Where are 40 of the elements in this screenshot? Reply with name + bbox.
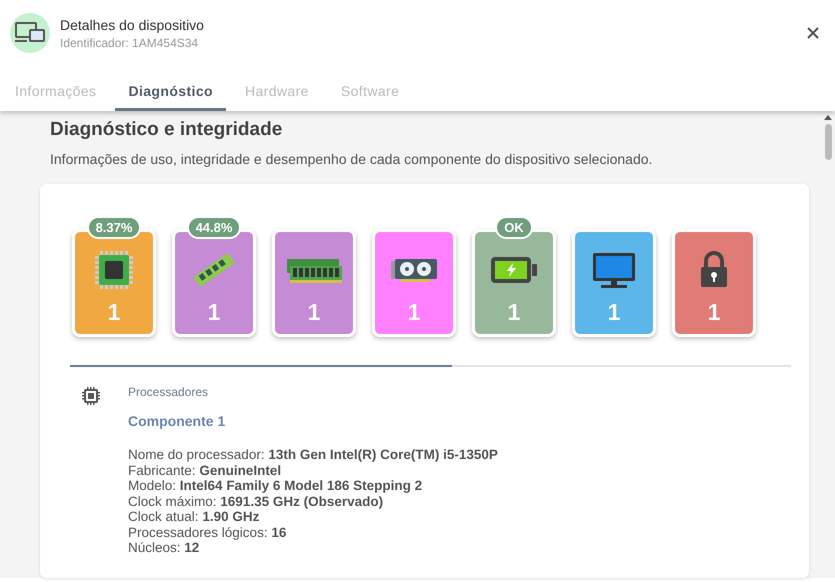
chip-icon bbox=[94, 250, 134, 290]
component-count: 1 bbox=[608, 299, 620, 326]
property-line: Processadores lógicos: 16 bbox=[128, 524, 288, 540]
property-line: Clock máximo: 1691.35 GHz (Observado) bbox=[128, 494, 384, 509]
section-title: Diagnóstico e integridade bbox=[50, 119, 284, 141]
component-count: 1 bbox=[108, 299, 120, 326]
property-line: Fabricante: GenuineIntel bbox=[128, 462, 282, 478]
tab[interactable]: Informações bbox=[2, 70, 110, 111]
device-identifier: Identificador: 1AM454S34 bbox=[60, 36, 200, 50]
component-count: 1 bbox=[508, 299, 520, 326]
component-count: 1 bbox=[208, 299, 220, 326]
close-icon bbox=[807, 27, 819, 39]
component-card[interactable]: 1 bbox=[672, 229, 756, 337]
component-card[interactable]: 1 bbox=[272, 229, 356, 337]
component-card[interactable]: 1 bbox=[572, 229, 656, 337]
padlock-icon bbox=[699, 251, 729, 289]
status-badge: 8.37% bbox=[86, 216, 142, 239]
component-count: 1 bbox=[408, 299, 420, 326]
scroll-thumb[interactable] bbox=[824, 124, 832, 160]
dialog-title: Detalhes do dispositivo bbox=[60, 16, 205, 32]
devices-icon bbox=[15, 21, 45, 45]
category-label: Processadores bbox=[128, 385, 210, 399]
property-line: Clock atual: 1.90 GHz bbox=[128, 509, 260, 524]
scroll-up-icon bbox=[824, 115, 832, 120]
status-badge: 44.8% bbox=[186, 216, 242, 239]
section-description: Informações de uso, integridade e desempenho de cada componente do dispositivo selecionado. bbox=[50, 151, 654, 167]
memory-stick-icon bbox=[191, 250, 237, 290]
component-title: Componente 1 bbox=[128, 413, 226, 429]
component-count: 1 bbox=[708, 299, 720, 326]
component-count: 1 bbox=[308, 299, 320, 326]
property-line: Modelo: Intel64 Family 6 Model 186 Stepping 2 bbox=[128, 478, 424, 494]
property-line: Núcleos: 12 bbox=[128, 540, 200, 556]
monitor-icon bbox=[591, 251, 637, 289]
property-line: Nome do processador: 13th Gen Intel(R) Core(TM) i5-1350P bbox=[128, 447, 498, 462]
tab[interactable]: Hardware bbox=[232, 70, 322, 111]
tab[interactable]: Software bbox=[328, 70, 412, 111]
chip-icon bbox=[82, 387, 100, 405]
battery-icon bbox=[489, 255, 539, 285]
component-card[interactable]: 1 bbox=[372, 229, 456, 337]
status-badge: OK bbox=[495, 216, 533, 239]
